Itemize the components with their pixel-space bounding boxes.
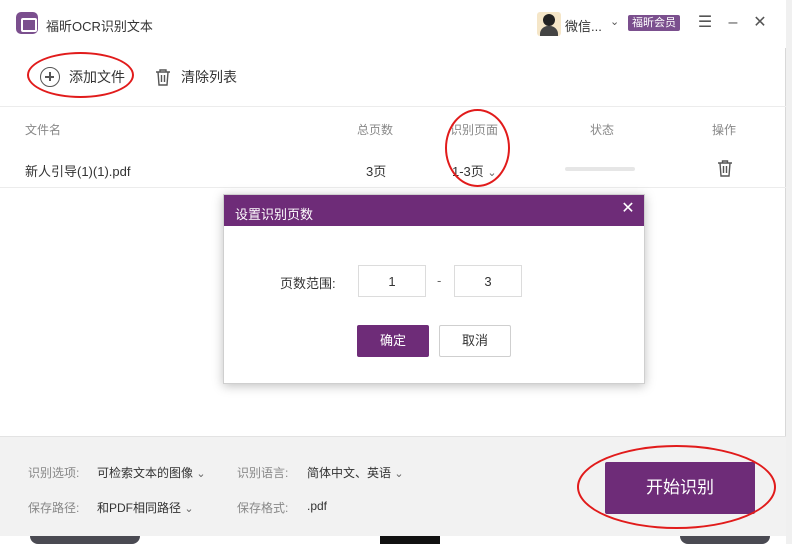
add-file-button[interactable]: 添加文件 <box>40 66 125 88</box>
clear-list-label: 清除列表 <box>181 69 237 85</box>
username-label[interactable]: 微信... <box>565 16 602 35</box>
trash-icon <box>718 160 732 177</box>
app-title: 福昕OCR识别文本 <box>46 19 153 34</box>
language-value: 简体中文、英语 <box>307 466 392 480</box>
header-action: 操作 <box>712 123 737 137</box>
set-pages-dialog: 设置识别页数 ✕ 页数范围: - 确定 取消 <box>223 194 645 384</box>
app-window: 福昕OCR识别文本 微信... ⌄ 福昕会员 ☰ – ✕ 添加文件 清除列表 文… <box>0 0 786 544</box>
add-circle-icon <box>40 67 60 87</box>
page-to-input[interactable] <box>454 265 522 297</box>
row-recognize-pages: 1-3页 <box>452 164 484 179</box>
save-format-label: 保存格式: <box>237 501 289 515</box>
start-recognition-button[interactable]: 开始识别 <box>605 462 755 514</box>
page-from-input[interactable] <box>358 265 426 297</box>
save-path-label: 保存路径: <box>28 501 80 515</box>
options-panel: 识别选项: 可检索文本的图像 ⌄ 识别语言: 简体中文、英语 ⌄ 保存路径: 和… <box>0 436 786 536</box>
user-avatar[interactable] <box>537 12 561 36</box>
save-format-value: .pdf <box>307 499 328 513</box>
trash-icon <box>156 69 170 86</box>
title-bar: 福昕OCR识别文本 微信... ⌄ 福昕会员 ☰ – ✕ <box>0 0 786 48</box>
chevron-down-icon: ⌄ <box>394 468 404 480</box>
chevron-down-icon: ⌄ <box>184 503 194 515</box>
background-decoration <box>0 536 786 544</box>
clear-list-button[interactable]: 清除列表 <box>154 66 237 88</box>
page-range-label: 页数范围: <box>280 276 336 291</box>
page-range-dropdown[interactable]: 1-3页 ⌄ <box>452 161 497 180</box>
file-table-header: 文件名 总页数 识别页面 状态 操作 <box>0 106 786 150</box>
dialog-title: 设置识别页数 <box>235 207 314 222</box>
chevron-down-icon: ⌄ <box>487 167 497 179</box>
row-total-pages: 3页 <box>366 164 387 179</box>
app-logo-icon <box>16 12 38 34</box>
minimize-icon[interactable]: – <box>724 14 742 32</box>
cancel-button[interactable]: 取消 <box>439 325 511 357</box>
status-progress-bar <box>565 167 635 171</box>
dialog-header: 设置识别页数 ✕ <box>224 195 644 226</box>
recognize-option-select[interactable]: 可检索文本的图像 ⌄ <box>97 464 206 481</box>
menu-icon[interactable]: ☰ <box>696 14 714 32</box>
close-icon[interactable]: ✕ <box>751 14 769 32</box>
chevron-down-icon: ⌄ <box>196 468 206 480</box>
window-edge <box>786 0 792 544</box>
save-path-value: 和PDF相同路径 <box>97 501 182 515</box>
confirm-button[interactable]: 确定 <box>357 325 429 357</box>
recognize-option-value: 可检索文本的图像 <box>97 466 194 480</box>
delete-row-button[interactable] <box>717 159 733 180</box>
table-row[interactable]: 新人引导(1)(1).pdf 3页 1-3页 ⌄ <box>0 150 786 188</box>
language-select[interactable]: 简体中文、英语 ⌄ <box>307 464 404 481</box>
row-filename: 新人引导(1)(1).pdf <box>25 164 131 179</box>
save-path-select[interactable]: 和PDF相同路径 ⌄ <box>97 499 194 516</box>
vip-badge[interactable]: 福昕会员 <box>628 15 680 31</box>
toolbar: 添加文件 清除列表 <box>0 48 786 106</box>
header-filename: 文件名 <box>25 123 62 137</box>
header-recognize-pages: 识别页面 <box>450 123 499 137</box>
header-total-pages: 总页数 <box>357 123 394 137</box>
recognize-option-label: 识别选项: <box>28 466 80 480</box>
range-separator: - <box>437 273 442 288</box>
dialog-close-icon[interactable]: ✕ <box>620 201 636 217</box>
language-label: 识别语言: <box>237 466 289 480</box>
add-file-label: 添加文件 <box>69 69 125 85</box>
chevron-down-icon[interactable]: ⌄ <box>610 15 619 28</box>
header-status: 状态 <box>590 123 615 137</box>
